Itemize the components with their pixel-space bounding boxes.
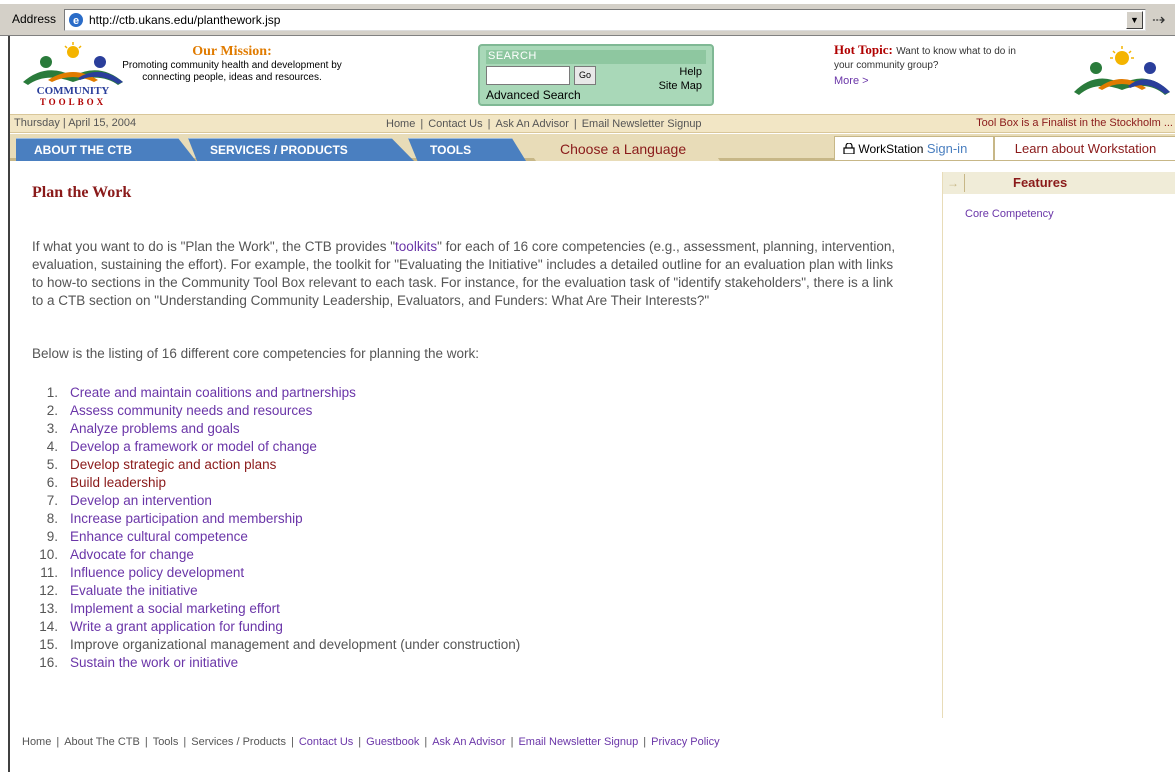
logo-subtext: TOOLBOX [40,97,106,107]
list-item: 12. Evaluate the initiative [39,583,198,598]
main-nav: ABOUT THE CTB SERVICES / PRODUCTS TOOLS … [10,134,1175,161]
list-item: 6. Build leadership [46,475,167,490]
web-page: COMMUNITY TOOLBOX Our Mission: Promoting… [8,36,1175,772]
competency-link[interactable]: Build leadership [70,475,166,490]
listing-intro: Below is the listing of 16 different cor… [32,346,479,361]
learn-workstation-link[interactable]: Learn about Workstation [994,136,1175,161]
news-ticker[interactable]: Tool Box is a Finalist in the Stockholm … [976,117,1173,129]
competency-link[interactable]: Advocate for change [70,547,194,562]
people-sun-graphic [1074,46,1170,95]
competency-link[interactable]: Enhance cultural competence [70,529,248,544]
date-strip: Thursday | April 15, 2004 Home | Contact U… [10,114,1175,133]
hot-topic-title: Hot Topic: [834,42,893,57]
footer-link-about[interactable]: About The CTB [64,736,140,748]
list-item: 1. Create and maintain coalitions and par… [46,385,356,400]
choose-language-tab[interactable]: Choose a Language [520,138,720,161]
page-title: Plan the Work [32,184,132,201]
list-item: 15. Improve organizational management and… [39,637,521,652]
footer-link-newsletter[interactable]: Email Newsletter Signup [518,736,638,748]
mission-text: Promoting community health and developme… [122,60,342,83]
current-date: Thursday | April 15, 2004 [14,117,137,129]
core-competency-link[interactable]: Core Competency [965,208,1054,220]
list-item: 3. Analyze problems and goals [46,421,240,436]
ie-page-icon: e [69,13,83,27]
top-link-home[interactable]: Home [386,118,415,130]
hot-topic-more-link[interactable]: More > [834,75,1034,87]
search-input[interactable] [486,66,570,85]
go-arrow-icon[interactable]: ⇢ [1152,10,1165,30]
toolkits-link[interactable]: toolkits [395,239,437,254]
competency-link[interactable]: Create and maintain coalitions and partn… [70,385,356,400]
list-item: 5. Develop strategic and action plans [46,457,277,472]
advanced-search-link[interactable]: Advanced Search [486,88,581,102]
top-link-newsletter[interactable]: Email Newsletter Signup [582,118,702,130]
list-item: 16. Sustain the work or initiative [39,655,239,670]
hot-topic-block: Hot Topic: Want to know what to do in yo… [834,42,1034,87]
address-bar: Address e http://ctb.ukans.edu/planthewo… [0,0,1175,36]
list-item: 8. Increase participation and membership [46,511,303,526]
logo-text: COMMUNITY [37,85,110,97]
list-item: 14. Write a grant application for funding [39,619,283,634]
footer-link-guestbook[interactable]: Guestbook [366,736,419,748]
competency-link[interactable]: Evaluate the initiative [70,583,198,598]
address-input[interactable]: e http://ctb.ukans.edu/planthework.jsp ▼ [64,9,1146,31]
address-dropdown-button[interactable]: ▼ [1126,11,1143,29]
competency-link[interactable]: Sustain the work or initiative [70,655,238,670]
intro-paragraph: If what you want to do is "Plan the Work… [32,239,896,308]
list-item: 9. Enhance cultural competence [46,529,248,544]
features-header: → Features [943,172,1175,194]
search-label: SEARCH [486,50,706,64]
competency-list: 1. Create and maintain coalitions and par… [32,384,832,672]
search-go-button[interactable]: Go [574,66,596,85]
arrow-right-icon: → [947,174,965,192]
list-item: 2. Assess community needs and resources [46,403,313,418]
community-toolbox-logo[interactable]: COMMUNITY TOOLBOX [18,42,128,108]
mission-block: Our Mission: Promoting community health … [122,44,342,84]
tab-tools[interactable]: TOOLS [408,138,526,161]
footer-link-services[interactable]: Services / Products [191,736,286,748]
main-content: Plan the Work If what you want to do is … [10,164,940,724]
competency-link[interactable]: Develop a framework or model of change [70,439,317,454]
features-title: Features [1013,175,1068,190]
competency-link[interactable]: Influence policy development [70,565,244,580]
address-url: http://ctb.ukans.edu/planthework.jsp [89,13,281,27]
footer-link-privacy[interactable]: Privacy Policy [651,736,719,748]
competency-text: Improve organizational management and de… [70,637,521,652]
list-item: 11. Influence policy development [40,565,245,580]
top-link-ask-advisor[interactable]: Ask An Advisor [495,118,568,130]
footer-link-tools[interactable]: Tools [153,736,179,748]
list-item: 7. Develop an intervention [46,493,212,508]
workstation-signin[interactable]: WorkStation Sign-in [834,136,994,161]
competency-link[interactable]: Write a grant application for funding [70,619,283,634]
top-links: Home | Contact Us | Ask An Advisor | Email New… [386,118,702,130]
competency-link[interactable]: Analyze problems and goals [70,421,240,436]
help-link[interactable]: Help [679,66,702,78]
features-sidebar: → Features Core Competency [942,172,1175,718]
competency-link[interactable]: Assess community needs and resources [70,403,312,418]
address-label: Address [12,12,57,26]
site-header: COMMUNITY TOOLBOX Our Mission: Promoting… [10,36,1175,114]
search-panel: SEARCH Go Help Site Map Advanced Search [478,44,714,106]
tab-about-ctb[interactable]: ABOUT THE CTB [16,138,196,161]
workstation-label: WorkStation [858,142,924,156]
top-link-contact-us[interactable]: Contact Us [428,118,482,130]
mission-title: Our Mission: [192,44,272,59]
list-item: 4. Develop a framework or model of change [46,439,317,454]
site-map-link[interactable]: Site Map [659,80,702,92]
list-item: 10. Advocate for change [39,547,194,562]
lock-icon [843,142,855,155]
competency-link[interactable]: Develop strategic and action plans [70,457,276,472]
tab-services-products[interactable]: SERVICES / PRODUCTS [188,138,414,161]
list-item: 13. Implement a social marketing effort [39,601,280,616]
competency-link[interactable]: Increase participation and membership [70,511,303,526]
competency-link[interactable]: Implement a social marketing effort [70,601,280,616]
competency-link[interactable]: Develop an intervention [70,493,212,508]
footer-link-ask-advisor[interactable]: Ask An Advisor [432,736,505,748]
footer-link-home[interactable]: Home [22,736,51,748]
svg-text:e: e [73,15,79,27]
signin-link[interactable]: Sign-in [927,141,967,156]
footer-links: Home | About The CTB | Tools | Services / Prod… [22,736,720,748]
footer-link-contact[interactable]: Contact Us [299,736,353,748]
